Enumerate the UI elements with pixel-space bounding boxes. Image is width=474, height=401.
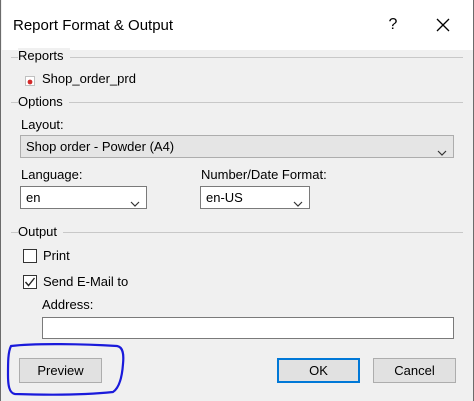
options-separator: [11, 102, 463, 103]
chevron-down-icon: [130, 193, 140, 207]
number-date-format-label: Number/Date Format:: [201, 167, 327, 182]
title-bar: Report Format & Output ?: [2, 0, 473, 50]
reports-group-label: Reports: [18, 48, 70, 63]
print-checkbox[interactable]: [23, 249, 37, 263]
layout-select[interactable]: Shop order - Powder (A4): [20, 135, 454, 158]
language-select-value: en: [26, 190, 41, 205]
layout-select-value: Shop order - Powder (A4): [26, 139, 175, 154]
send-email-label[interactable]: Send E-Mail to: [43, 274, 128, 289]
print-label[interactable]: Print: [43, 248, 70, 263]
chevron-down-icon: [437, 142, 447, 156]
chevron-down-icon: [293, 193, 303, 207]
report-format-dialog: Report Format & Output ? Reports Shop_or…: [0, 0, 474, 401]
options-group-label: Options: [18, 94, 69, 109]
help-button[interactable]: ?: [383, 14, 403, 36]
layout-label: Layout:: [21, 117, 64, 132]
reports-separator: [11, 57, 463, 58]
output-group-label: Output: [18, 224, 64, 239]
checkmark-icon: [24, 277, 36, 287]
address-input[interactable]: [42, 317, 454, 339]
cancel-button[interactable]: Cancel: [373, 358, 456, 383]
close-icon[interactable]: [432, 14, 454, 36]
ok-button[interactable]: OK: [277, 358, 360, 383]
report-item-label[interactable]: Shop_order_prd: [42, 71, 136, 86]
send-email-checkbox[interactable]: [23, 275, 37, 289]
window-title: Report Format & Output: [13, 17, 174, 34]
report-icon: [25, 74, 35, 86]
number-date-format-select[interactable]: en-US: [200, 186, 310, 209]
language-label: Language:: [21, 167, 83, 182]
language-select[interactable]: en: [20, 186, 147, 209]
preview-button[interactable]: Preview: [19, 358, 102, 383]
number-date-format-value: en-US: [206, 190, 243, 205]
address-label: Address:: [42, 297, 94, 312]
output-separator: [11, 232, 463, 233]
